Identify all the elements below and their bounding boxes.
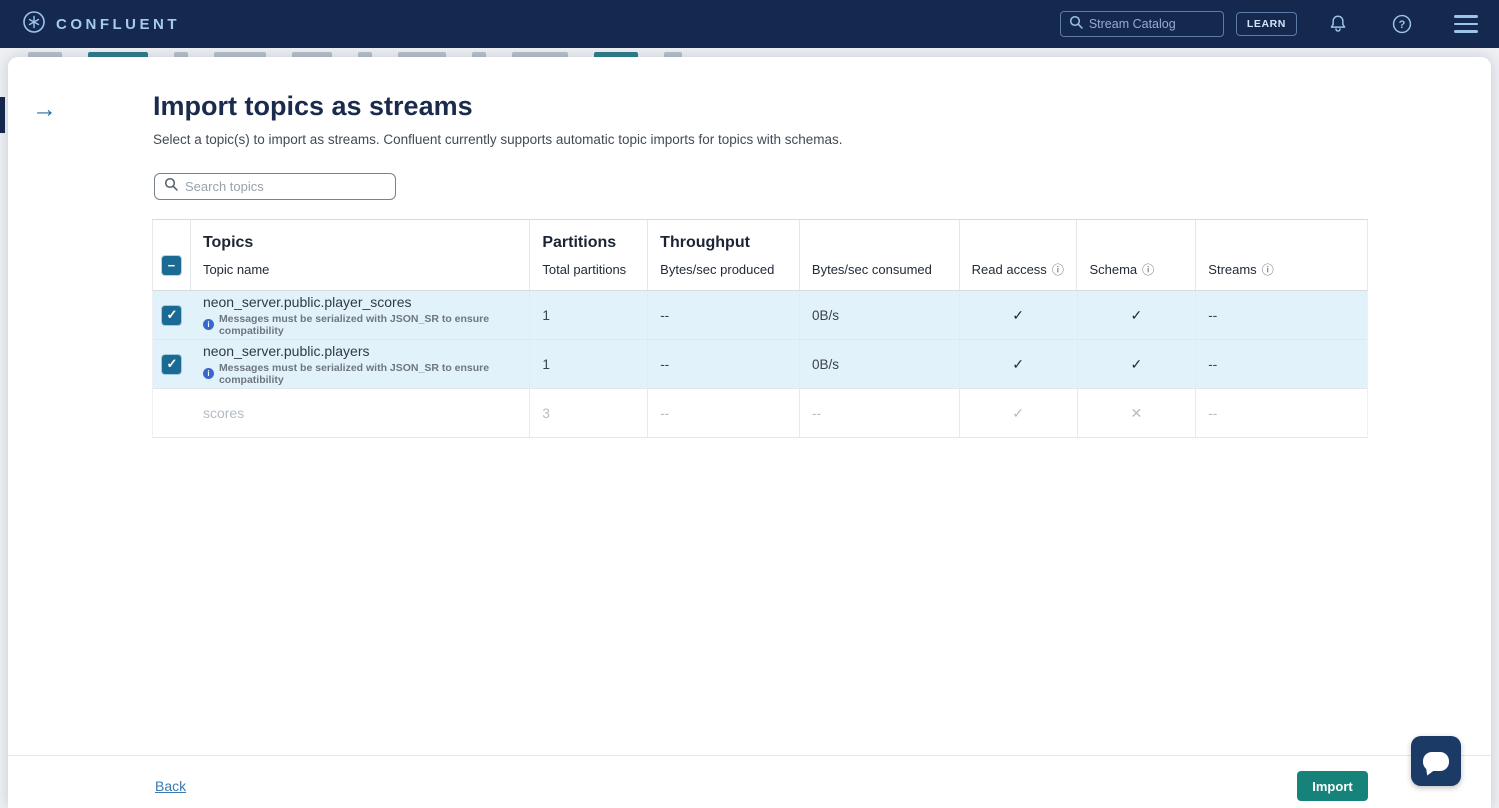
topics-table: − Topics Topic name Partitions Total partiti… — [152, 219, 1368, 438]
topic-note: Messages must be serialized with JSON_SR… — [219, 313, 529, 337]
table-cell: scores — [191, 389, 530, 437]
table-cell: -- — [1196, 389, 1367, 437]
column-header: Bytes/sec consumed — [800, 220, 960, 290]
table-cell: 0B/s — [800, 340, 960, 388]
topic-name: neon_server.public.players — [203, 343, 370, 359]
table-cell: ✓ — [1078, 340, 1197, 388]
column-label: Topic name — [203, 262, 269, 277]
info-icon[interactable]: ⓘ — [1052, 264, 1064, 276]
table-cell: 1 — [530, 291, 648, 339]
topic-note: Messages must be serialized with JSON_SR… — [219, 362, 529, 386]
back-link[interactable]: Back — [155, 778, 186, 794]
collapse-panel-arrow-icon[interactable]: → — [32, 97, 57, 122]
notifications-bell-icon[interactable] — [1325, 11, 1351, 37]
confluent-logo[interactable]: CONFLUENT — [22, 10, 180, 39]
checkbox-cell: ✓ — [153, 291, 191, 339]
info-icon: i — [203, 319, 214, 330]
column-label: Bytes/sec produced — [660, 262, 774, 277]
search-icon — [164, 177, 178, 196]
import-button[interactable]: Import — [1297, 771, 1368, 801]
table-cell: neon_server.public.player_scoresi Message… — [191, 291, 530, 339]
info-icon[interactable]: ⓘ — [1142, 264, 1154, 276]
table-cell: ✕ — [1078, 389, 1197, 437]
confluent-spark-icon — [22, 10, 46, 39]
column-group-label: Topics — [203, 234, 529, 253]
column-group-label: Partitions — [542, 234, 647, 253]
select-all-checkbox[interactable]: − — [162, 256, 181, 275]
table-cell: -- — [648, 291, 800, 339]
column-group-label: Throughput — [660, 234, 799, 253]
topic-name: scores — [203, 405, 244, 421]
search-topics-input[interactable] — [185, 179, 375, 194]
column-header: Partitions Total partitions — [530, 220, 648, 290]
column-label: Schema — [1089, 262, 1137, 277]
page-edge-strip — [0, 97, 5, 133]
table-cell: -- — [800, 389, 960, 437]
column-header: Topics Topic name — [191, 220, 530, 290]
table-cell: neon_server.public.playersi Messages must… — [191, 340, 530, 388]
chat-widget-button[interactable] — [1411, 736, 1461, 786]
checkbox-cell: ✓ — [153, 340, 191, 388]
table-cell: -- — [648, 389, 800, 437]
column-group-label — [972, 234, 1077, 253]
table-body: ✓ neon_server.public.player_scoresi Messag… — [152, 291, 1368, 438]
table-cell: 1 — [530, 340, 648, 388]
table-row: scores3----✓✕-- — [152, 389, 1368, 438]
column-header: Read access ⓘ — [960, 220, 1078, 290]
table-header: − Topics Topic name Partitions Total partiti… — [152, 220, 1368, 291]
search-icon — [1069, 15, 1083, 34]
info-icon: i — [203, 368, 214, 379]
row-checkbox[interactable]: ✓ — [162, 355, 181, 374]
search-topics-box[interactable] — [154, 173, 396, 200]
table-cell: 0B/s — [800, 291, 960, 339]
table-cell: ✓ — [960, 291, 1078, 339]
chat-bubble-icon — [1423, 752, 1449, 771]
column-header: Streams ⓘ — [1196, 220, 1367, 290]
table-cell: 3 — [530, 389, 648, 437]
table-cell: ✓ — [960, 389, 1078, 437]
help-icon[interactable]: ? — [1389, 11, 1415, 37]
page-subtitle: Select a topic(s) to import as streams. … — [153, 132, 843, 147]
row-checkbox[interactable]: ✓ — [162, 306, 181, 325]
table-row: ✓ neon_server.public.player_scoresi Messag… — [152, 291, 1368, 340]
column-label: Read access — [972, 262, 1047, 277]
svg-text:?: ? — [1399, 19, 1406, 31]
table-cell: -- — [648, 340, 800, 388]
column-header: Throughput Bytes/sec produced — [648, 220, 800, 290]
hamburger-menu-icon[interactable] — [1453, 11, 1479, 37]
column-header: Schema ⓘ — [1077, 220, 1196, 290]
import-topics-modal: → Import topics as streams Select a topi… — [8, 57, 1491, 808]
table-cell: -- — [1196, 291, 1367, 339]
footer-divider — [8, 755, 1491, 756]
column-group-label — [1089, 234, 1195, 253]
checkbox-cell — [153, 389, 191, 437]
topic-name: neon_server.public.player_scores — [203, 294, 412, 310]
info-icon[interactable]: ⓘ — [1262, 264, 1274, 276]
table-cell: -- — [1196, 340, 1367, 388]
column-group-label — [812, 234, 959, 253]
table-cell: ✓ — [1078, 291, 1197, 339]
table-cell: ✓ — [960, 340, 1078, 388]
stream-catalog-search[interactable] — [1060, 11, 1224, 37]
top-navbar: CONFLUENT LEARN ? — [0, 0, 1499, 48]
table-row: ✓ neon_server.public.playersi Messages mus… — [152, 340, 1368, 389]
brand-name: CONFLUENT — [56, 16, 180, 33]
learn-button[interactable]: LEARN — [1236, 12, 1297, 36]
column-label: Total partitions — [542, 262, 626, 277]
column-group-label — [1208, 234, 1367, 253]
stream-catalog-input[interactable] — [1089, 17, 1209, 31]
page-title: Import topics as streams — [153, 91, 473, 122]
column-label: Streams — [1208, 262, 1256, 277]
column-label: Bytes/sec consumed — [812, 262, 932, 277]
